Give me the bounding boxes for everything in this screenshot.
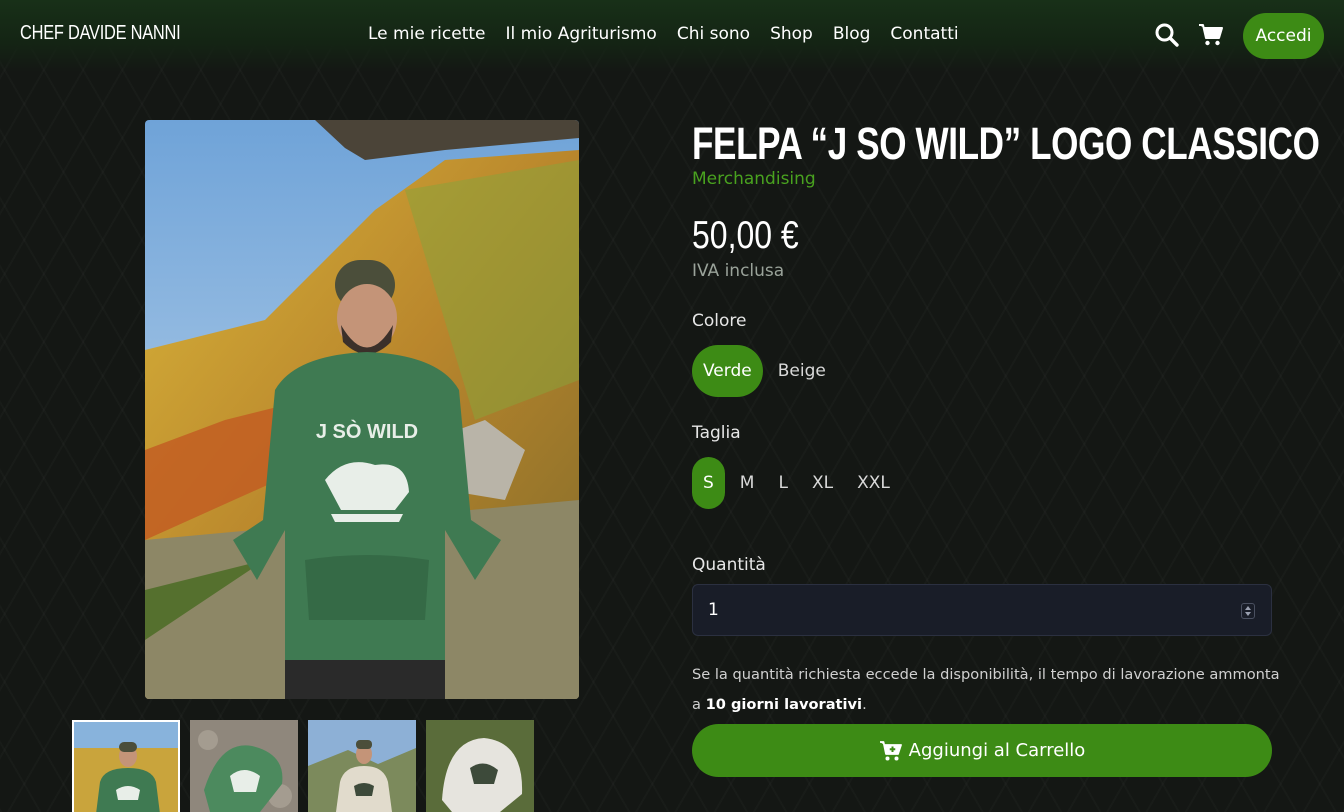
nav-item-ricette[interactable]: Le mie ricette bbox=[368, 24, 486, 44]
nav-item-agriturismo[interactable]: Il mio Agriturismo bbox=[506, 24, 657, 44]
thumbnail-1[interactable] bbox=[72, 720, 180, 812]
stepper-arrows-icon[interactable] bbox=[1241, 603, 1255, 619]
nav-item-shop[interactable]: Shop bbox=[770, 24, 813, 44]
product-main-image[interactable]: J SÒ WILD bbox=[145, 120, 579, 699]
product-thumbnails bbox=[72, 720, 534, 812]
color-label: Colore bbox=[692, 311, 747, 331]
color-option-beige[interactable]: Beige bbox=[767, 345, 837, 397]
thumbnail-3[interactable] bbox=[308, 720, 416, 812]
nav-item-contatti[interactable]: Contatti bbox=[890, 24, 958, 44]
cart-plus-icon bbox=[879, 740, 902, 760]
size-option-xxl[interactable]: XXL bbox=[846, 457, 901, 509]
main-nav: Le mie ricette Il mio Agriturismo Chi so… bbox=[368, 24, 979, 44]
notice-end: . bbox=[862, 696, 867, 713]
nav-item-chi-sono[interactable]: Chi sono bbox=[677, 24, 750, 44]
search-icon[interactable] bbox=[1154, 22, 1180, 48]
login-button[interactable]: Accedi bbox=[1243, 13, 1324, 59]
product-title: FELPA “J SO WILD” LOGO CLASSICO bbox=[692, 118, 1320, 169]
add-to-cart-button[interactable]: Aggiungi al Carrello bbox=[692, 724, 1272, 777]
nav-item-blog[interactable]: Blog bbox=[833, 24, 871, 44]
hoodie-print-text: J SÒ WILD bbox=[316, 419, 418, 443]
site-brand[interactable]: CHEF DAVIDE NANNI bbox=[20, 22, 181, 45]
color-option-verde[interactable]: Verde bbox=[692, 345, 763, 397]
site-header: CHEF DAVIDE NANNI Le mie ricette Il mio … bbox=[0, 0, 1344, 72]
size-label: Taglia bbox=[692, 423, 741, 443]
size-option-xl[interactable]: XL bbox=[801, 457, 844, 509]
vat-note: IVA inclusa bbox=[692, 261, 785, 281]
size-option-s[interactable]: S bbox=[692, 457, 725, 509]
thumbnail-2[interactable] bbox=[190, 720, 298, 812]
size-options: S M L XL XXL bbox=[692, 457, 901, 509]
product-category-link[interactable]: Merchandising bbox=[692, 169, 816, 189]
processing-time-notice: Se la quantità richiesta eccede la dispo… bbox=[692, 660, 1282, 720]
quantity-input[interactable] bbox=[708, 600, 1208, 620]
size-option-l[interactable]: L bbox=[767, 457, 798, 509]
cart-icon[interactable] bbox=[1198, 22, 1224, 48]
color-options: Verde Beige bbox=[692, 345, 837, 397]
product-price: 50,00 € bbox=[692, 214, 799, 257]
quantity-stepper[interactable] bbox=[692, 584, 1272, 636]
thumbnail-4[interactable] bbox=[426, 720, 534, 812]
size-option-m[interactable]: M bbox=[729, 457, 766, 509]
notice-bold: 10 giorni lavorativi bbox=[705, 696, 863, 713]
quantity-label: Quantità bbox=[692, 555, 766, 575]
add-to-cart-label: Aggiungi al Carrello bbox=[908, 740, 1086, 761]
